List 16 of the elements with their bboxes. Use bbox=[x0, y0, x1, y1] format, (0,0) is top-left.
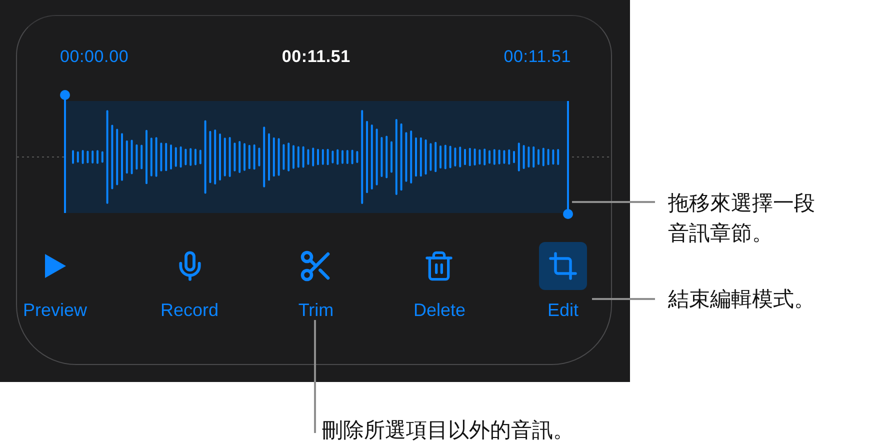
callout-text: 刪除所選項目以外的音訊。 bbox=[322, 417, 574, 444]
toolbar-button[interactable]: Trim bbox=[292, 242, 340, 321]
start-time: 00:00.00 bbox=[60, 47, 129, 68]
crop-icon bbox=[548, 251, 578, 281]
callout-text: 結束編輯模式。 bbox=[668, 286, 815, 313]
trash-icon bbox=[423, 250, 456, 282]
play-icon bbox=[43, 253, 68, 279]
current-time: 00:11.51 bbox=[282, 47, 350, 68]
leader-line bbox=[592, 298, 655, 300]
end-time: 00:11.51 bbox=[504, 47, 571, 68]
start-handle[interactable] bbox=[60, 90, 70, 213]
toolbar-button[interactable]: Preview bbox=[23, 242, 88, 321]
callout-text: 拖移來選擇一段音訊章節。 bbox=[668, 190, 816, 247]
toolbar-button[interactable]: Delete bbox=[413, 242, 466, 321]
toolbar-button[interactable]: Record bbox=[160, 242, 219, 321]
end-handle[interactable] bbox=[563, 101, 573, 219]
